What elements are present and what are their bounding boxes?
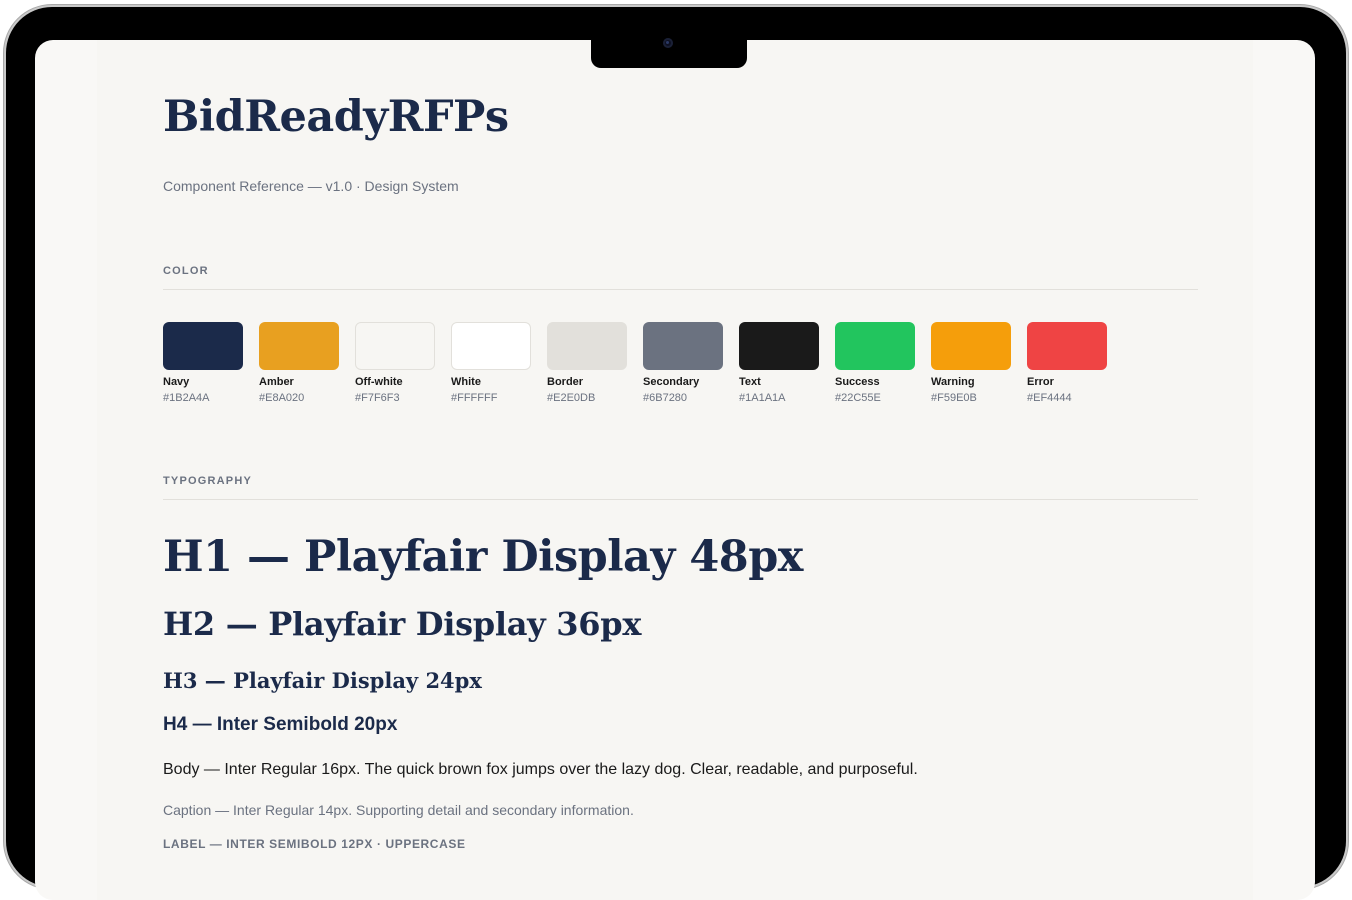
swatch-name: Off-white <box>355 376 403 388</box>
section-divider-typography <box>163 499 1198 500</box>
swatch-chip <box>547 322 627 370</box>
swatch-name: Secondary <box>643 376 700 388</box>
swatch-chip <box>1027 322 1107 370</box>
device-frame: BidReadyRFPs Component Reference — v1.0 … <box>6 7 1346 900</box>
type-sample-label: LABEL — INTER SEMIBOLD 12PX · UPPERCASE <box>163 837 466 851</box>
page-content: BidReadyRFPs Component Reference — v1.0 … <box>97 40 1253 900</box>
color-swatch-secondary: Secondary #6B7280 <box>643 322 723 404</box>
swatch-name: Text <box>739 376 761 388</box>
type-sample-caption: Caption — Inter Regular 14px. Supporting… <box>163 802 634 818</box>
swatch-chip <box>259 322 339 370</box>
color-swatch-text: Text #1A1A1A <box>739 322 819 404</box>
brand-title: BidReadyRFPs <box>163 92 509 142</box>
section-label-color: COLOR <box>163 265 209 277</box>
type-sample-h2: H2 — Playfair Display 36px <box>163 605 642 643</box>
type-sample-h3: H3 — Playfair Display 24px <box>163 668 482 693</box>
section-divider-color <box>163 289 1198 290</box>
camera-notch <box>591 33 747 68</box>
swatch-chip <box>931 322 1011 370</box>
swatch-chip <box>739 322 819 370</box>
camera-icon <box>663 38 673 48</box>
section-label-typography: TYPOGRAPHY <box>163 475 253 487</box>
swatch-name: Success <box>835 376 880 388</box>
color-swatch-white: White #FFFFFF <box>451 322 531 404</box>
type-sample-h1: H1 — Playfair Display 48px <box>163 532 803 582</box>
swatch-hex: #6B7280 <box>643 392 688 404</box>
swatch-chip <box>643 322 723 370</box>
page-subtitle: Component Reference — v1.0 · Design Syst… <box>163 178 459 194</box>
screen: BidReadyRFPs Component Reference — v1.0 … <box>35 40 1315 900</box>
swatch-hex: #22C55E <box>835 392 881 404</box>
color-swatch-border: Border #E2E0DB <box>547 322 627 404</box>
swatch-hex: #EF4444 <box>1027 392 1072 404</box>
swatch-hex: #FFFFFF <box>451 392 498 404</box>
swatch-chip <box>451 322 531 370</box>
swatch-name: Warning <box>931 376 975 388</box>
swatch-name: Error <box>1027 376 1054 388</box>
swatch-name: Border <box>547 376 584 388</box>
color-swatch-navy: Navy #1B2A4A <box>163 322 243 404</box>
swatch-hex: #E2E0DB <box>547 392 596 404</box>
swatch-name: White <box>451 376 481 388</box>
swatch-name: Navy <box>163 376 190 388</box>
swatch-chip <box>355 322 435 370</box>
color-swatch-list: Navy #1B2A4A Amber #E8A020 Off-white #F7F6F3 W… <box>163 322 1123 404</box>
swatch-hex: #E8A020 <box>259 392 305 404</box>
color-swatch-error: Error #EF4444 <box>1027 322 1107 404</box>
swatch-name: Amber <box>259 376 294 388</box>
swatch-hex: #1B2A4A <box>163 392 210 404</box>
type-sample-body: Body — Inter Regular 16px. The quick bro… <box>163 761 918 778</box>
color-swatch-warning: Warning #F59E0B <box>931 322 1011 404</box>
swatch-chip <box>835 322 915 370</box>
swatch-hex: #F59E0B <box>931 392 977 404</box>
swatch-hex: #1A1A1A <box>739 392 786 404</box>
color-swatch-off-white: Off-white #F7F6F3 <box>355 322 435 404</box>
swatch-hex: #F7F6F3 <box>355 392 400 404</box>
color-swatch-success: Success #22C55E <box>835 322 915 404</box>
swatch-chip <box>163 322 243 370</box>
type-sample-h4: H4 — Inter Semibold 20px <box>163 714 398 735</box>
color-swatch-amber: Amber #E8A020 <box>259 322 339 404</box>
